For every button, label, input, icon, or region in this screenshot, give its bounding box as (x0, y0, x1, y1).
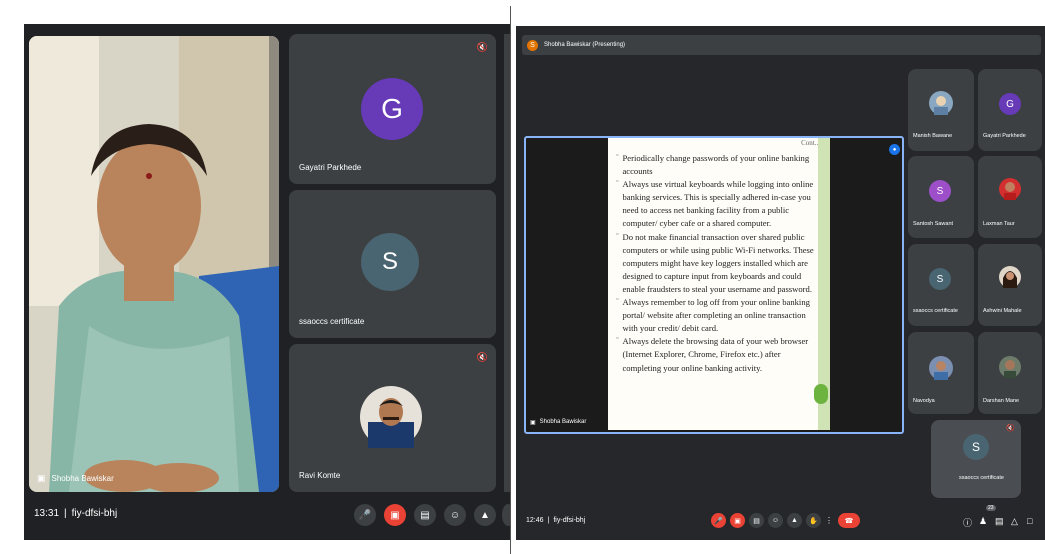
participant-tile[interactable]: 🔇 S ssaoccs certificate (931, 420, 1021, 498)
avatar: S (929, 268, 951, 290)
slide-accent-dot (814, 384, 828, 404)
avatar: G (999, 93, 1021, 115)
presenter-label: ▣ Shobha Bawiskar (530, 419, 587, 426)
participant-name: Gayatri Parkhede (983, 133, 1026, 139)
slide-page: Cont... ▫ Periodically change passwords o… (608, 138, 830, 430)
mic-off-icon: 🔇 (476, 352, 488, 362)
participant-name: Ashwini Mahale (983, 308, 1022, 314)
slide-bullet: ▫ Do not make financial transaction over … (616, 230, 814, 294)
participant-tile[interactable]: S ssaoccs certificate (908, 244, 974, 326)
activities-icon[interactable]: △ (1011, 516, 1018, 527)
avatar: S (963, 434, 989, 460)
participant-tile[interactable]: Laxman Taur (978, 156, 1042, 238)
avatar (999, 356, 1021, 378)
participant-tile[interactable]: S ssaoccs certificate (289, 190, 496, 338)
present-button[interactable]: ▲ (787, 513, 802, 528)
avatar (929, 91, 953, 115)
meeting-info: 13:31 | fiy-dfsi-bhj (34, 508, 118, 519)
participant-tile[interactable]: Darshan Mane (978, 332, 1042, 414)
slide-bullet: ▫ Periodically change passwords of your o… (616, 152, 810, 177)
slide-bullet: ▫ Always delete the browsing data of your… (616, 335, 809, 373)
avatar: G (361, 78, 423, 140)
avatar: S (527, 39, 538, 51)
mic-button[interactable]: 🎤 (354, 504, 376, 526)
participant-tile[interactable]: Manish Bawane (908, 69, 974, 151)
participant-name: Darshan Mane (983, 398, 1020, 404)
participant-tile[interactable]: Navodya (908, 332, 974, 414)
more-options-button[interactable]: ⋮ (825, 513, 833, 528)
avatar (999, 178, 1021, 200)
chat-icon[interactable]: ▤ (995, 516, 1004, 527)
participant-name: Santosh Sawant (913, 221, 954, 227)
participant-tile[interactable]: G Gayatri Parkhede (978, 69, 1042, 151)
shared-screen[interactable]: Cont... ▫ Periodically change passwords o… (524, 136, 904, 434)
participant-name: ssaoccs certificate (913, 308, 958, 314)
avatar: S (929, 180, 951, 202)
captions-button[interactable]: ▤ (414, 504, 436, 526)
captions-button[interactable]: ▤ (749, 513, 764, 528)
slide-bullet: ▫ Always remember to log off from your on… (616, 296, 810, 334)
avatar: S (361, 233, 419, 291)
participant-name: ssaoccs certificate (299, 317, 365, 326)
pin-icon[interactable]: ▣ (530, 419, 536, 426)
emoji-button[interactable]: ☺ (768, 513, 783, 528)
participant-tile[interactable]: S Santosh Sawant (908, 156, 974, 238)
slide-text: ▫ Periodically change passwords of your o… (616, 152, 820, 375)
lock-icon[interactable]: □ (1027, 516, 1032, 526)
participant-name: Laxman Taur (983, 221, 1015, 227)
raise-hand-button[interactable] (502, 504, 510, 526)
divider (510, 6, 511, 554)
people-icon[interactable]: ♟ (979, 516, 987, 527)
pin-icon[interactable]: ▣ (37, 473, 46, 484)
participant-name: Manish Bawane (913, 133, 953, 139)
participant-name: ssaoccs certificate (959, 475, 1004, 481)
mic-off-icon: 🔇 (476, 42, 488, 52)
emoji-button[interactable]: ☺ (444, 504, 466, 526)
left-meet-window: ▣ Shobha Bawiskar 🔇 G Gayatri Parkhede S… (24, 24, 510, 540)
camera-off-button[interactable]: ▣ (730, 513, 745, 528)
participant-count-badge: 23 (986, 505, 996, 511)
raise-hand-button[interactable]: ✋ (806, 513, 821, 528)
main-speaker-name: ▣ Shobha Bawiskar (37, 473, 114, 484)
audio-indicator-icon: ● (889, 144, 900, 155)
right-meet-window: S Shobha Bawiskar (Presenting) Cont... ▫… (516, 26, 1045, 540)
participant-tile[interactable]: 🔇 Ravi Komte (289, 344, 496, 492)
participant-name: Ravi Komte (299, 471, 341, 480)
avatar (360, 386, 422, 448)
presenting-header: S Shobha Bawiskar (Presenting) (522, 35, 1041, 55)
camera-off-button[interactable]: ▣ (384, 504, 406, 526)
meeting-info: 12:46 | fiy-dfsi-bhj (526, 517, 586, 524)
main-speaker-tile[interactable]: ▣ Shobha Bawiskar (29, 36, 279, 492)
participant-tile[interactable]: 🔇 G Gayatri Parkhede (289, 34, 496, 184)
participant-name: Navodya (913, 398, 935, 404)
speaker-video (29, 36, 279, 492)
avatar (999, 266, 1021, 288)
mic-off-button[interactable]: 🎤 (711, 513, 726, 528)
avatar (929, 356, 953, 380)
present-button[interactable]: ▲ (474, 504, 496, 526)
info-icon[interactable]: ⓘ (963, 516, 972, 529)
participant-name: Gayatri Parkhede (299, 163, 362, 172)
end-call-button[interactable]: ☎ (838, 513, 860, 528)
participant-tile[interactable]: Ashwini Mahale (978, 244, 1042, 326)
slide-bullet: ▫ Always use virtual keyboards while logg… (616, 178, 814, 229)
mic-off-icon: 🔇 (1006, 425, 1015, 432)
